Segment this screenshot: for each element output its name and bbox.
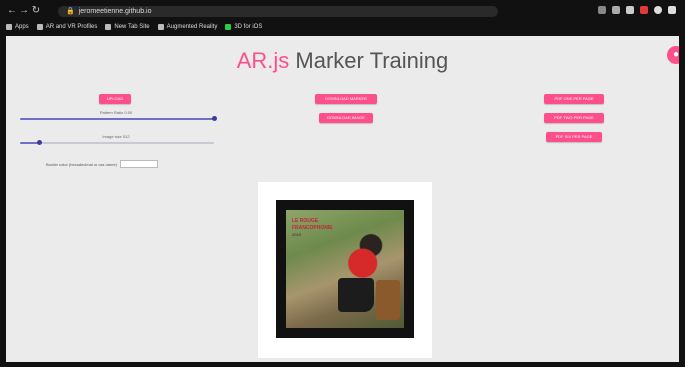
- border-color-label: Border color (hexadecimal or css name): [46, 161, 117, 167]
- bookmark-item[interactable]: Augmented Reality: [157, 24, 217, 30]
- forward-icon[interactable]: →: [18, 4, 30, 18]
- image-size-label: Image size 512: [102, 134, 130, 139]
- photo-title-line2: FRANCOPHONIE: [292, 225, 333, 231]
- slider-knob[interactable]: [36, 140, 42, 145]
- bookmark-apps[interactable]: Apps: [6, 24, 29, 30]
- menu-icon[interactable]: [668, 6, 676, 14]
- extension-icon[interactable]: [598, 6, 606, 14]
- photo-figure: [338, 278, 374, 312]
- bookmark-icon: [36, 24, 43, 30]
- pattern-ratio-label: Pattern Ratio 0.50: [99, 110, 133, 115]
- marker-border: LE ROUGE FRANCOPHONIE 2019: [276, 200, 414, 338]
- bookmark-item[interactable]: New Tab Site: [105, 24, 150, 30]
- slider-knob[interactable]: [211, 116, 217, 121]
- browser-window: ← → ↻ 🔒 jeromeetienne.github.io Apps AR a…: [0, 0, 685, 367]
- window-bottom-edge: [0, 362, 685, 367]
- browser-toolbar: ← → ↻ 🔒 jeromeetienne.github.io: [6, 4, 679, 18]
- reload-icon[interactable]: ↻: [30, 4, 42, 18]
- bookmark-icon: [105, 24, 112, 30]
- back-icon[interactable]: ←: [6, 4, 18, 18]
- pdf-one-per-page-button[interactable]: PDF ONE PER PAGE: [544, 94, 604, 104]
- extension-icon[interactable]: [626, 6, 634, 14]
- photo-subtitle: 2019: [292, 232, 301, 237]
- bookmark-item[interactable]: 3D for iOS: [225, 24, 262, 30]
- bookmarks-bar: Apps AR and VR Profiles New Tab Site Aug…: [6, 21, 679, 33]
- apps-icon: [6, 24, 12, 30]
- photo-basket: [376, 280, 400, 320]
- address-bar[interactable]: 🔒 jeromeetienne.github.io: [58, 6, 498, 17]
- download-marker-button[interactable]: DOWNLOAD MARKER: [315, 94, 377, 104]
- lock-icon: 🔒: [66, 8, 75, 15]
- github-icon[interactable]: ●: [667, 46, 679, 64]
- extension-icon[interactable]: [612, 6, 620, 14]
- photo-title-line1: LE ROUGE: [292, 218, 319, 224]
- bookmark-icon: [157, 24, 164, 30]
- bookmark-icon: [225, 24, 232, 30]
- download-image-button[interactable]: DOWNLOAD IMAGE: [319, 113, 373, 123]
- marker-image: LE ROUGE FRANCOPHONIE 2019: [286, 210, 404, 328]
- image-size-slider[interactable]: [20, 140, 214, 145]
- pdf-six-per-page-button[interactable]: PDF SIX PER PAGE: [546, 132, 602, 142]
- border-color-row: Border color (hexadecimal or css name): [46, 160, 158, 168]
- slider-fill: [20, 118, 214, 120]
- pdf-two-per-page-button[interactable]: PDF TWO PER PAGE: [544, 113, 604, 123]
- extension-icon[interactable]: [640, 6, 648, 14]
- upload-button[interactable]: UPLOAD: [99, 94, 131, 104]
- profile-icon[interactable]: [654, 6, 662, 14]
- url-text: jeromeetienne.github.io: [78, 8, 152, 15]
- marker-preview: LE ROUGE FRANCOPHONIE 2019: [258, 182, 432, 358]
- bookmark-item[interactable]: AR and VR Profiles: [36, 24, 97, 30]
- page-content: AR.js Marker Training ● UPLOAD Pattern R…: [6, 36, 679, 362]
- page-title: AR.js Marker Training: [236, 48, 449, 73]
- border-color-input[interactable]: [119, 160, 158, 168]
- pattern-ratio-slider[interactable]: [20, 116, 217, 121]
